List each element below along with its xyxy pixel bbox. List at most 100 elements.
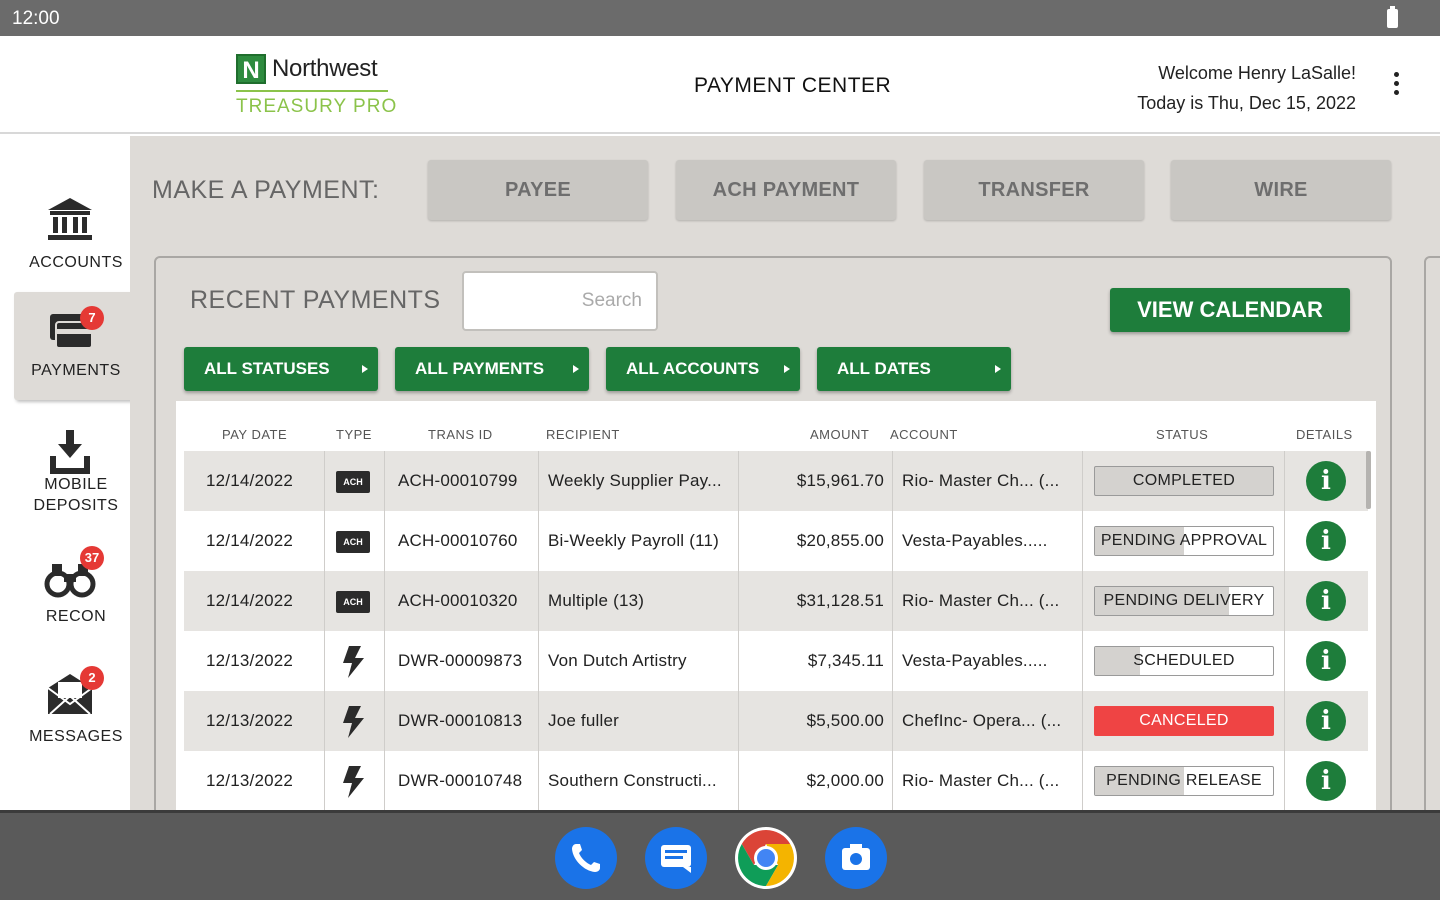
sidebar-item-mobile-deposits[interactable]: MOBILE DEPOSITS <box>14 418 138 526</box>
chrome-icon[interactable] <box>735 827 797 889</box>
type-cell <box>324 691 384 751</box>
table-row[interactable]: 12/13/2022 DWR-00010813 Joe fuller $5,500.0… <box>184 691 1368 751</box>
account-cell: Rio- Master Ch... (... <box>902 771 1060 790</box>
details-info-icon[interactable]: i <box>1306 761 1346 801</box>
pay-date-cell: 12/13/2022 <box>206 771 294 790</box>
ach-payment-button[interactable]: ACH PAYMENT <box>676 160 896 220</box>
wire-lightning-icon <box>343 706 364 738</box>
column-divider <box>892 511 893 571</box>
status-text: SCHEDULED <box>1133 652 1235 669</box>
account-cell: Rio- Master Ch... (... <box>902 591 1060 610</box>
col-recipient: RECIPIENT <box>546 427 620 442</box>
status-text: CANCELED <box>1139 712 1229 729</box>
logo-name: Northwest <box>272 55 378 82</box>
table-scrollbar[interactable] <box>1366 451 1371 509</box>
phone-icon[interactable] <box>555 827 617 889</box>
account-cell: Vesta-Payables..... <box>902 651 1048 670</box>
filter-dates-dropdown[interactable]: ALL DATES <box>817 347 1011 391</box>
sidebar-item-recon[interactable]: 37 RECON <box>14 538 138 646</box>
make-payment-label: MAKE A PAYMENT: <box>152 176 380 204</box>
col-amount: AMOUNT <box>810 427 870 442</box>
col-trans-id: TRANS ID <box>428 427 493 442</box>
column-divider <box>738 691 739 751</box>
col-pay-date: PAY DATE <box>222 427 288 442</box>
wire-lightning-icon <box>343 646 364 678</box>
payments-table: PAY DATE TYPE TRANS ID RECIPIENT AMOUNT … <box>176 401 1376 826</box>
column-divider <box>892 571 893 631</box>
amount-cell: $15,961.70 <box>796 471 884 490</box>
secondary-panel-edge <box>1424 256 1440 826</box>
details-info-icon[interactable]: i <box>1306 581 1346 621</box>
account-cell: ChefInc- Opera... (... <box>902 711 1062 730</box>
recipient-cell: Multiple (13) <box>548 591 645 610</box>
type-cell <box>324 751 384 811</box>
overflow-menu-icon[interactable] <box>1386 72 1406 100</box>
wire-button[interactable]: WIRE <box>1171 160 1391 220</box>
transfer-button[interactable]: TRANSFER <box>924 160 1144 220</box>
payee-button[interactable]: PAYEE <box>428 160 648 220</box>
pay-date-cell: 12/13/2022 <box>206 651 294 670</box>
status-text: COMPLETED <box>1132 472 1236 489</box>
column-divider <box>1082 691 1083 751</box>
column-divider <box>384 451 385 511</box>
app-dock <box>0 810 1440 900</box>
trans-id-cell: ACH-00010799 <box>398 471 518 490</box>
details-info-icon[interactable]: i <box>1306 701 1346 741</box>
payments-badge: 7 <box>80 306 104 330</box>
column-divider <box>384 511 385 571</box>
wire-lightning-icon <box>343 766 364 798</box>
column-divider <box>384 691 385 751</box>
column-divider <box>384 751 385 811</box>
status-badge: PENDING APPROVAL <box>1094 526 1274 556</box>
recipient-cell: Bi-Weekly Payroll (11) <box>548 531 719 550</box>
col-account: ACCOUNT <box>890 427 958 442</box>
filter-accounts-dropdown[interactable]: ALL ACCOUNTS <box>606 347 800 391</box>
page-title: PAYMENT CENTER <box>694 74 892 97</box>
ach-badge-icon: ACH <box>336 591 370 613</box>
column-divider <box>538 691 539 751</box>
status-badge: SCHEDULED <box>1094 646 1274 676</box>
trans-id-cell: ACH-00010320 <box>398 591 518 610</box>
sidebar-item-payments[interactable]: 7 PAYMENTS <box>14 292 148 400</box>
column-divider <box>738 751 739 811</box>
table-row[interactable]: 12/14/2022 ACH ACH-00010799 Weekly Supplier… <box>184 451 1368 511</box>
details-info-icon[interactable]: i <box>1306 521 1346 561</box>
type-cell: ACH <box>324 571 384 631</box>
recipient-cell: Southern Constructi... <box>548 771 717 790</box>
column-divider <box>538 751 539 811</box>
search-input[interactable]: Search <box>462 271 658 331</box>
column-divider <box>1284 511 1285 571</box>
filter-payments-dropdown[interactable]: ALL PAYMENTS <box>395 347 589 391</box>
sidebar-nav: ACCOUNTS 7 PAYMENTS MOBILE DEPOSITS 37 R… <box>0 136 148 810</box>
column-divider <box>384 631 385 691</box>
column-divider <box>1284 751 1285 811</box>
type-cell <box>324 631 384 691</box>
details-info-icon[interactable]: i <box>1306 641 1346 681</box>
column-divider <box>384 571 385 631</box>
bank-icon <box>48 198 92 240</box>
recent-payments-card: RECENT PAYMENTS Search VIEW CALENDAR ALL… <box>154 256 1392 826</box>
account-cell: Rio- Master Ch... (... <box>902 471 1060 490</box>
system-status-bar: 12:00 <box>0 0 1440 36</box>
status-text: PENDING RELEASE <box>1106 772 1262 789</box>
column-divider <box>1284 451 1285 511</box>
details-info-icon[interactable]: i <box>1306 461 1346 501</box>
table-row[interactable]: 12/13/2022 DWR-00009873 Von Dutch Artistry… <box>184 631 1368 691</box>
trans-id-cell: DWR-00010748 <box>398 771 523 790</box>
table-row[interactable]: 12/14/2022 ACH ACH-00010760 Bi-Weekly Payro… <box>184 511 1368 571</box>
sidebar-item-label: PAYMENTS <box>31 362 121 379</box>
type-cell: ACH <box>324 451 384 511</box>
camera-icon[interactable] <box>825 827 887 889</box>
amount-cell: $2,000.00 <box>806 771 884 790</box>
table-row[interactable]: 12/14/2022 ACH ACH-00010320 Multiple (13) $3… <box>184 571 1368 631</box>
sidebar-item-messages[interactable]: 2 MESSAGES <box>14 658 138 766</box>
sidebar-item-accounts[interactable]: ACCOUNTS <box>14 184 138 292</box>
filter-statuses-dropdown[interactable]: ALL STATUSES <box>184 347 378 391</box>
sidebar-item-label: MOBILE DEPOSITS <box>33 476 119 514</box>
col-status: STATUS <box>1156 427 1209 442</box>
view-calendar-button[interactable]: VIEW CALENDAR <box>1110 288 1350 332</box>
messages-icon[interactable] <box>645 827 707 889</box>
table-row[interactable]: 12/13/2022 DWR-00010748 Southern Construct… <box>184 751 1368 811</box>
column-divider <box>892 451 893 511</box>
col-type: TYPE <box>336 427 372 442</box>
